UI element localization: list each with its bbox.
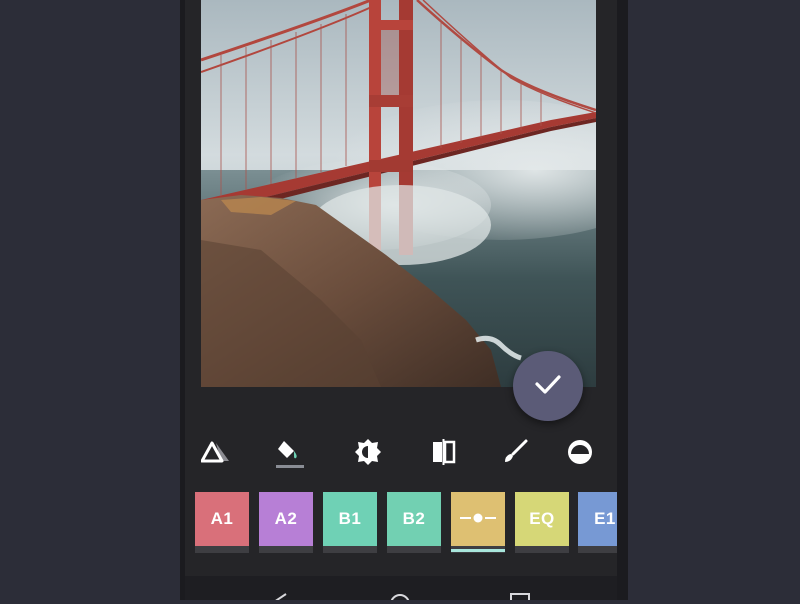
- adjust-tool[interactable]: [195, 432, 239, 476]
- fill-tool[interactable]: [268, 432, 312, 476]
- filter-label: B2: [387, 492, 441, 546]
- back-icon: [260, 585, 300, 604]
- filter-b2[interactable]: B2: [387, 492, 441, 554]
- triangle-icon: [200, 440, 233, 468]
- slider-icon: [460, 509, 496, 529]
- filter-b1[interactable]: B1: [323, 492, 377, 554]
- home-icon: [380, 585, 420, 604]
- filter-shadow: [387, 546, 441, 553]
- compare-tool[interactable]: [422, 432, 466, 476]
- nav-recents-button[interactable]: [500, 576, 540, 604]
- brightness-tool[interactable]: [346, 432, 390, 476]
- nav-back-button[interactable]: [260, 576, 300, 604]
- filter-label: A1: [195, 492, 249, 546]
- brush-tool[interactable]: [493, 432, 537, 476]
- filter-shadow: [515, 546, 569, 553]
- filter-shadow: [578, 546, 617, 553]
- filter-shadow: [323, 546, 377, 553]
- filter-a2[interactable]: A2: [259, 492, 313, 554]
- filter-strip[interactable]: A1 A2 B1 B2 EQ E1: [185, 490, 617, 556]
- photo-preview[interactable]: [201, 0, 596, 387]
- brush-icon: [501, 438, 529, 470]
- vignette-tool[interactable]: [558, 432, 602, 476]
- compare-icon: [431, 438, 457, 470]
- filter-a1[interactable]: A1: [195, 492, 249, 554]
- brightness-icon: [354, 438, 382, 470]
- filter-e1[interactable]: E1: [578, 492, 617, 554]
- system-nav-bar: [185, 576, 617, 604]
- filter-shadow: [259, 546, 313, 553]
- check-icon: [532, 368, 564, 404]
- nav-home-button[interactable]: [380, 576, 420, 604]
- fill-tool-indicator: [276, 465, 304, 468]
- filter-eq[interactable]: EQ: [515, 492, 569, 554]
- selected-indicator: [451, 549, 505, 552]
- filter-shadow: [195, 546, 249, 553]
- filter-label: EQ: [515, 492, 569, 546]
- tool-bar: [185, 432, 617, 476]
- filter-label: B1: [323, 492, 377, 546]
- filter-label: E1: [578, 492, 617, 546]
- filter-swatch: [451, 492, 505, 546]
- recents-icon: [500, 585, 540, 604]
- confirm-button[interactable]: [513, 351, 583, 421]
- filter-adjust-slider[interactable]: [451, 492, 505, 554]
- filter-label: A2: [259, 492, 313, 546]
- half-circle-icon: [566, 438, 594, 470]
